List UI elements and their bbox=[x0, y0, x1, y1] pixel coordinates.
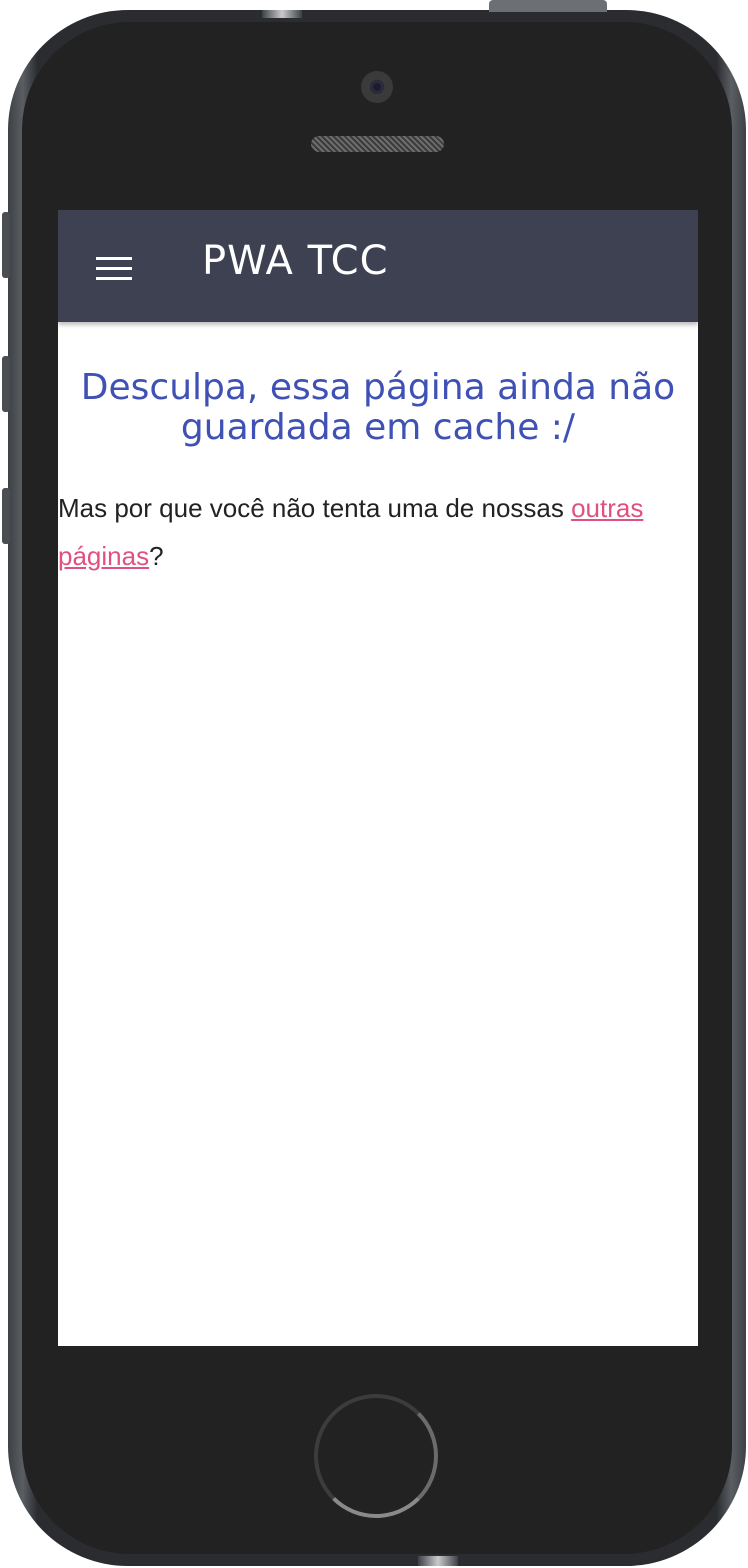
speaker-grille bbox=[311, 136, 444, 152]
app-title: PWA TCC bbox=[202, 238, 389, 284]
volume-down-button bbox=[2, 488, 10, 544]
frame-highlight bbox=[262, 10, 302, 18]
phone-screen: PWA TCC Desculpa, essa página ainda não … bbox=[58, 210, 698, 1346]
app-bar: PWA TCC bbox=[58, 210, 698, 322]
volume-up-button bbox=[2, 356, 10, 412]
power-button bbox=[489, 0, 607, 12]
mute-switch bbox=[2, 212, 10, 278]
message-suffix: ? bbox=[149, 541, 164, 571]
front-camera-icon bbox=[361, 71, 393, 103]
home-button[interactable] bbox=[314, 1394, 438, 1518]
frame-highlight bbox=[418, 1556, 458, 1566]
hamburger-menu-icon[interactable] bbox=[88, 246, 136, 290]
message-prefix: Mas por que você não tenta uma de nossas bbox=[58, 493, 572, 523]
offline-message: Mas por que você não tenta uma de nossas… bbox=[58, 484, 698, 580]
page-title: Desculpa, essa página ainda não guardada… bbox=[80, 367, 676, 448]
main-content: Desculpa, essa página ainda não guardada… bbox=[58, 368, 698, 580]
